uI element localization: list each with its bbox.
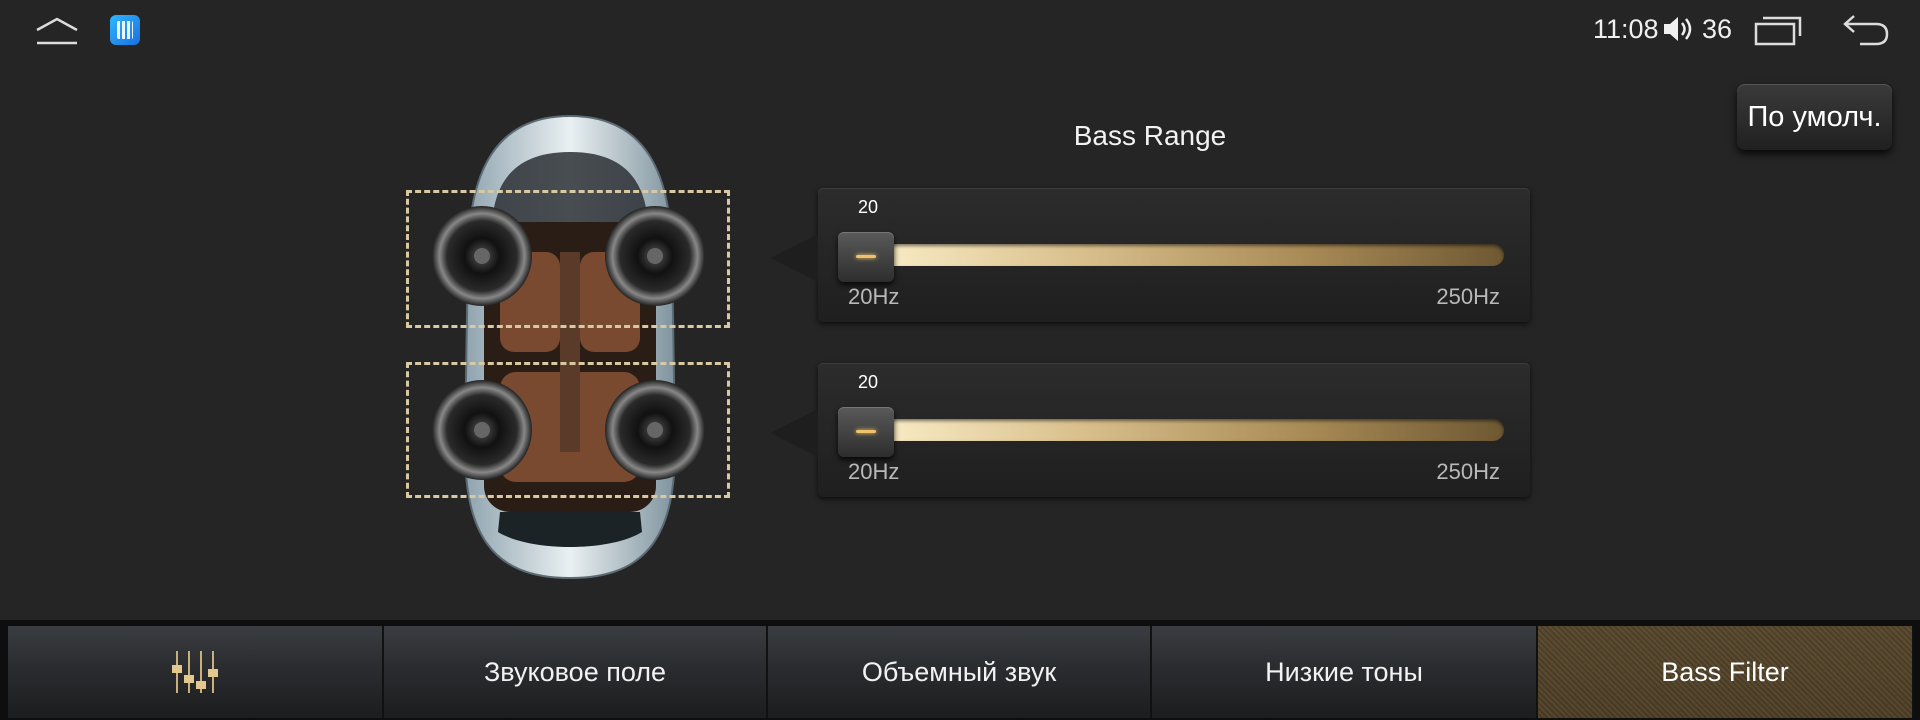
slider-thumb[interactable] bbox=[838, 407, 894, 457]
slider-track[interactable] bbox=[848, 419, 1504, 441]
slider-value: 20 bbox=[858, 197, 879, 217]
front-speaker-zone[interactable] bbox=[406, 190, 730, 328]
rear-bass-slider-card: 20 20Hz 250Hz bbox=[770, 363, 1530, 497]
slider-thumb[interactable] bbox=[838, 232, 894, 282]
tab-bass-tones[interactable]: Низкие тоны bbox=[1152, 626, 1538, 718]
rear-speaker-zone[interactable] bbox=[406, 362, 730, 498]
equalizer-icon bbox=[172, 651, 218, 693]
tab-surround-sound[interactable]: Объемный звук bbox=[768, 626, 1152, 718]
card-pointer bbox=[770, 409, 818, 457]
slider-value: 20 bbox=[858, 372, 879, 392]
panel-title: Bass Range bbox=[1073, 120, 1227, 151]
car-illustration bbox=[432, 114, 705, 580]
recents-icon[interactable] bbox=[1754, 14, 1802, 46]
tab-bass-filter[interactable]: Bass Filter bbox=[1538, 626, 1914, 718]
range-max-label: 250Hz bbox=[1436, 284, 1500, 309]
home-icon[interactable] bbox=[34, 16, 80, 46]
tab-equalizer[interactable] bbox=[8, 626, 384, 718]
clock: 11:08 bbox=[1593, 14, 1659, 44]
front-bass-slider-card: 20 20Hz 250Hz bbox=[770, 188, 1530, 322]
card-pointer bbox=[770, 234, 818, 282]
volume-icon bbox=[1664, 17, 1692, 41]
range-max-label: 250Hz bbox=[1436, 459, 1500, 484]
range-min-label: 20Hz bbox=[848, 284, 900, 309]
app-icon[interactable] bbox=[110, 15, 140, 45]
back-icon[interactable] bbox=[1842, 12, 1890, 48]
tab-sound-field[interactable]: Звуковое поле bbox=[384, 626, 768, 718]
slider-track[interactable] bbox=[848, 244, 1504, 266]
bottom-tab-bar: Звуковое поле Объемный звук Низкие тоны … bbox=[0, 620, 1920, 720]
volume-level: 36 bbox=[1702, 14, 1733, 44]
status-bar: 11:08 36 bbox=[0, 0, 1920, 62]
range-min-label: 20Hz bbox=[848, 459, 900, 484]
default-button[interactable]: По умолч. bbox=[1737, 84, 1892, 150]
